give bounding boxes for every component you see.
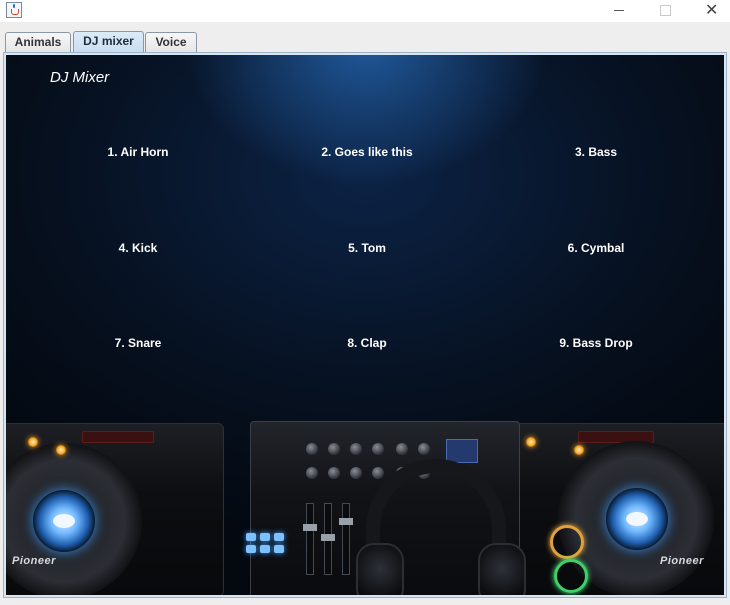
brand-logo-left: Pioneer [12, 555, 56, 567]
sound-button-cymbal[interactable]: 6. Cymbal [521, 236, 671, 260]
brand-logo-right: Pioneer [660, 555, 704, 567]
title-bar: ✕ [0, 0, 730, 22]
tab-dj-mixer[interactable]: DJ mixer [73, 31, 144, 53]
maximize-button[interactable] [642, 0, 688, 22]
sound-button-kick[interactable]: 4. Kick [63, 236, 213, 260]
minimize-button[interactable] [596, 0, 642, 22]
sound-button-snare[interactable]: 7. Snare [63, 331, 213, 355]
dj-mixer-panel: DJ Mixer 1. Air Horn 2. Goes like this 3… [3, 52, 727, 598]
java-cup-icon [6, 2, 22, 18]
mixer-display [446, 439, 478, 463]
maximize-icon [660, 5, 671, 16]
tab-voice[interactable]: Voice [145, 32, 197, 52]
close-icon: ✕ [705, 0, 719, 19]
tab-strip: Animals DJ mixer Voice [0, 22, 730, 53]
sound-button-bass-drop[interactable]: 9. Bass Drop [521, 331, 671, 355]
left-display [82, 431, 154, 443]
dj-background-image: DJ Mixer 1. Air Horn 2. Goes like this 3… [6, 55, 724, 595]
sound-button-air-horn[interactable]: 1. Air Horn [63, 140, 213, 164]
close-button[interactable]: ✕ [688, 0, 730, 22]
sound-button-goes-like-this[interactable]: 2. Goes like this [292, 140, 442, 164]
panel-title: DJ Mixer [50, 69, 110, 86]
minimize-icon [614, 10, 624, 11]
sound-button-tom[interactable]: 5. Tom [292, 236, 442, 260]
sound-button-clap[interactable]: 8. Clap [292, 331, 442, 355]
sound-button-bass[interactable]: 3. Bass [521, 140, 671, 164]
tab-animals[interactable]: Animals [5, 32, 71, 52]
